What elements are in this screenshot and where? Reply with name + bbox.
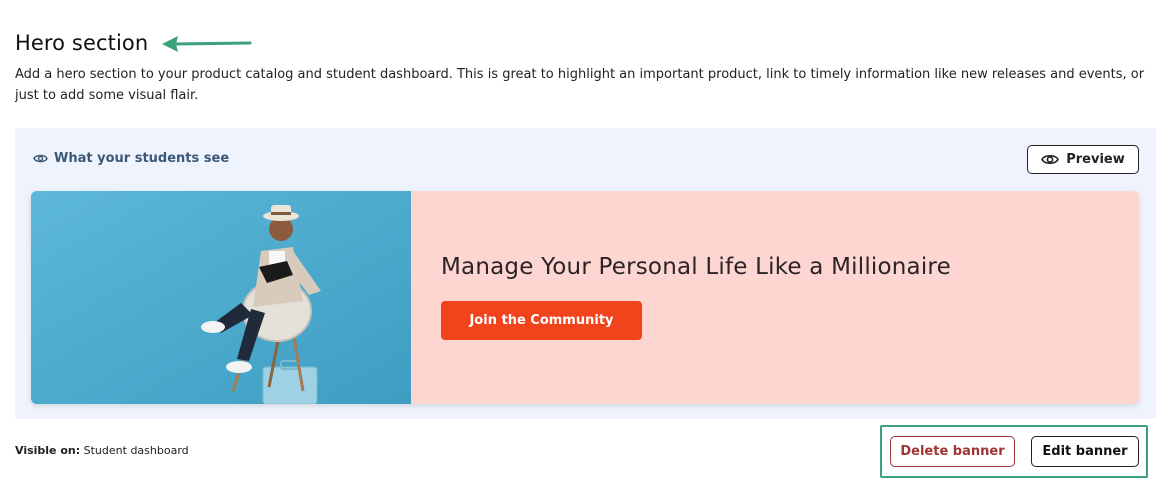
delete-banner-button[interactable]: Delete banner (890, 436, 1015, 467)
what-students-see-text: What your students see (54, 151, 230, 166)
banner-heading: Manage Your Personal Life Like a Million… (441, 254, 951, 280)
what-students-see-label: What your students see (33, 151, 229, 166)
page-title: Hero section (15, 31, 149, 55)
eye-icon (1041, 154, 1060, 165)
annotation-arrow-icon (162, 36, 252, 52)
preview-panel: What your students see Preview Manage Yo… (15, 128, 1156, 419)
visible-on-label: Visible on: (15, 444, 81, 457)
eye-icon (33, 154, 48, 163)
banner-image (31, 191, 411, 404)
section-description: Add a hero section to your product catal… (15, 67, 1145, 103)
hero-banner: Manage Your Personal Life Like a Million… (31, 191, 1139, 404)
person-reading-photo-icon (31, 191, 411, 404)
visible-on-value: Student dashboard (83, 444, 189, 457)
preview-button-label: Preview (1066, 152, 1125, 167)
edit-banner-button[interactable]: Edit banner (1031, 436, 1139, 467)
preview-button[interactable]: Preview (1027, 145, 1139, 174)
visible-on-info: Visible on: Student dashboard (15, 444, 189, 457)
join-community-button[interactable]: Join the Community (441, 301, 642, 340)
banner-content: Manage Your Personal Life Like a Million… (411, 191, 1139, 404)
